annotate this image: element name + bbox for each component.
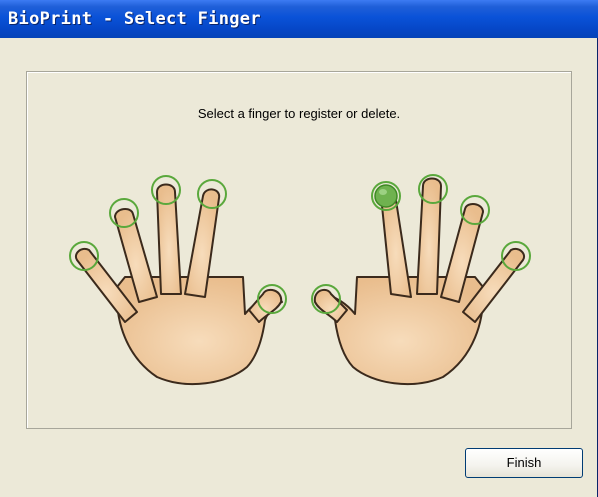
- finish-button[interactable]: Finish: [465, 448, 583, 478]
- left-hand: [75, 183, 283, 385]
- bioprint-window: BioPrint - Select Finger Select a finger…: [0, 0, 598, 497]
- finger-selector-right-index[interactable]: [371, 181, 401, 211]
- hands-illustration: [69, 174, 531, 385]
- window-title: BioPrint - Select Finger: [8, 9, 261, 29]
- finger-selection-panel: Select a finger to register or delete.: [26, 71, 572, 429]
- right-hand: [313, 177, 525, 385]
- title-bar[interactable]: BioPrint - Select Finger: [0, 0, 598, 38]
